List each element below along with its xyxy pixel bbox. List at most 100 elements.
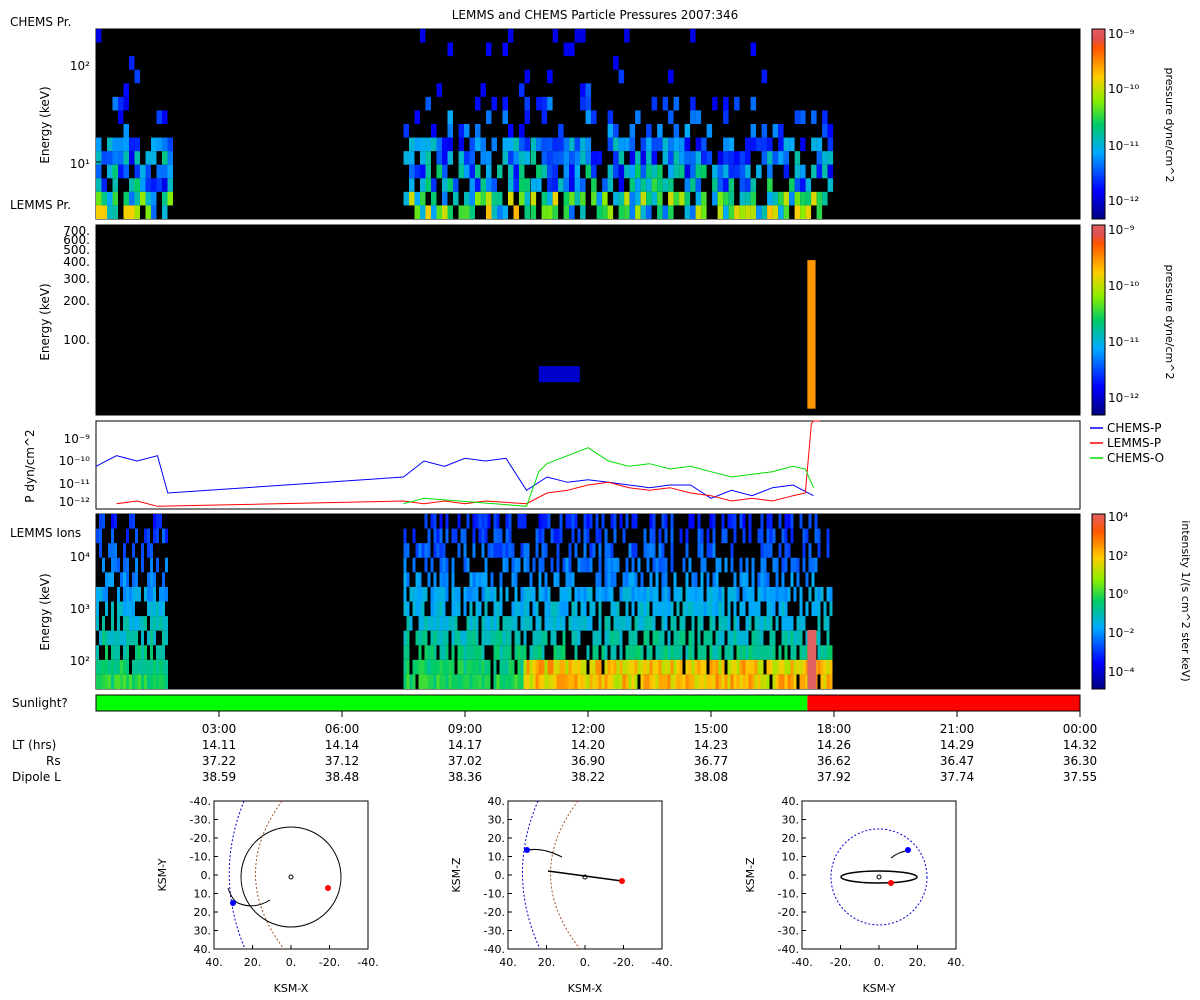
figure: LEMMS and CHEMS Particle Pressures 2007:… — [10, 8, 1192, 995]
heatmap-cell — [547, 674, 551, 689]
heatmap-cell — [123, 674, 126, 689]
heatmap-cell — [610, 601, 614, 617]
heatmap-cell — [772, 586, 776, 602]
heatmap-cell — [547, 616, 551, 631]
heatmap-cell — [480, 151, 486, 165]
heatmap-cell — [445, 528, 449, 544]
heatmap-cell — [583, 586, 587, 602]
heatmap-cell — [688, 601, 692, 617]
heatmap-cell — [406, 543, 410, 558]
heatmap-cell — [769, 543, 773, 558]
heatmap-cell — [436, 137, 442, 152]
heatmap-cell — [658, 674, 662, 689]
heatmap-cell — [640, 178, 647, 192]
heatmap-cell — [778, 601, 782, 617]
heatmap-cell — [727, 674, 731, 689]
heatmap-cell — [784, 630, 788, 646]
heatmap-cell — [403, 528, 407, 544]
heatmap-cell — [661, 616, 665, 631]
heatmap-cell — [701, 137, 707, 152]
orbit-plot-yz: KSM-Z KSM-Y -40. -20. 0. 20. 40.40.30.20.10.… — [744, 795, 965, 995]
chems-colorbar-tick: 10⁻¹¹ — [1108, 139, 1139, 153]
heatmap-cell — [739, 191, 746, 206]
heatmap-cell — [508, 616, 512, 631]
heatmap-cell — [523, 514, 527, 529]
orbit-y-tick-label: -10. — [484, 888, 505, 901]
heatmap-cell — [657, 191, 663, 206]
heatmap-cell — [789, 137, 795, 152]
heatmap-cell — [505, 659, 509, 675]
orbit-y-tick-label: -10. — [190, 851, 211, 864]
heatmap-cell — [502, 674, 506, 689]
heatmap-cell — [406, 616, 410, 631]
legend-label-lemms-p: LEMMS-P — [1107, 436, 1161, 450]
heatmap-cell — [491, 178, 497, 192]
heatmap-cell — [150, 674, 153, 689]
heatmap-cell — [162, 137, 168, 152]
heatmap-cell — [156, 616, 159, 631]
heatmap-cell — [723, 205, 729, 219]
heatmap-cell — [165, 557, 168, 573]
heatmap-cell — [553, 528, 557, 544]
heatmap-cell — [817, 630, 821, 646]
heatmap-cell — [640, 137, 647, 152]
heatmap-cell — [767, 164, 773, 179]
heatmap-cell — [439, 601, 443, 617]
heatmap-cell — [574, 151, 581, 165]
heatmap-cell — [574, 601, 578, 617]
heatmap-cell — [691, 630, 695, 646]
heatmap-cell — [718, 557, 722, 573]
heatmap-cell — [505, 645, 509, 660]
heatmap-cell — [491, 205, 497, 219]
heatmap-cell — [508, 191, 514, 206]
heatmap-cell — [640, 191, 647, 206]
heatmap-cell — [751, 645, 755, 660]
heatmap-cell — [108, 659, 111, 675]
heatmap-cell — [123, 645, 126, 660]
orbit-y-tick-label: -40. — [190, 795, 211, 808]
heatmap-cell — [670, 645, 674, 660]
heatmap-cell — [664, 557, 668, 573]
lemms-pressure-y-axis-label: Energy (keV) — [38, 283, 52, 360]
heatmap-cell — [550, 630, 554, 646]
heatmap-cell — [517, 659, 521, 675]
heatmap-cell — [718, 630, 722, 646]
heatmap-cell — [670, 543, 674, 558]
heatmap-cell — [685, 572, 689, 587]
heatmap-cell — [484, 674, 488, 689]
heatmap-cell — [418, 674, 422, 689]
heatmap-cell — [820, 659, 824, 675]
heatmap-cell — [787, 543, 791, 558]
heatmap-cell — [466, 586, 470, 602]
heatmap-cell — [132, 616, 135, 631]
heatmap-cell — [159, 586, 162, 602]
heatmap-cell — [138, 674, 141, 689]
lemms-pressure-colorbar-tick: 10⁻¹¹ — [1108, 335, 1139, 349]
heatmap-cell — [151, 205, 157, 219]
heatmap-cell — [610, 572, 614, 587]
heatmap-cell — [706, 586, 710, 602]
heatmap-cell — [431, 137, 437, 152]
heatmap-cell — [775, 616, 779, 631]
heatmap-cell — [682, 557, 686, 573]
heatmap-cell — [458, 205, 464, 219]
heatmap-cell — [688, 514, 692, 529]
heatmap-cell — [730, 630, 734, 646]
heatmap-cell — [466, 514, 470, 529]
heatmap-cell — [728, 178, 735, 192]
heatmap-cell — [472, 645, 476, 660]
heatmap-cell — [697, 586, 701, 602]
heatmap-cell — [595, 659, 599, 675]
time-tick-label: 15:00 — [694, 722, 729, 736]
heatmap-cell — [457, 543, 461, 558]
heatmap-cell — [574, 29, 581, 43]
heatmap-cell — [502, 110, 508, 124]
heatmap-cell — [613, 124, 619, 138]
heatmap-cell — [709, 616, 713, 631]
heatmap-cell — [129, 674, 132, 689]
heatmap-cell — [493, 645, 497, 660]
heatmap-cell — [697, 543, 701, 558]
heatmap-cell — [538, 616, 542, 631]
heatmap-cell — [703, 601, 707, 617]
heatmap-cell — [721, 514, 725, 529]
